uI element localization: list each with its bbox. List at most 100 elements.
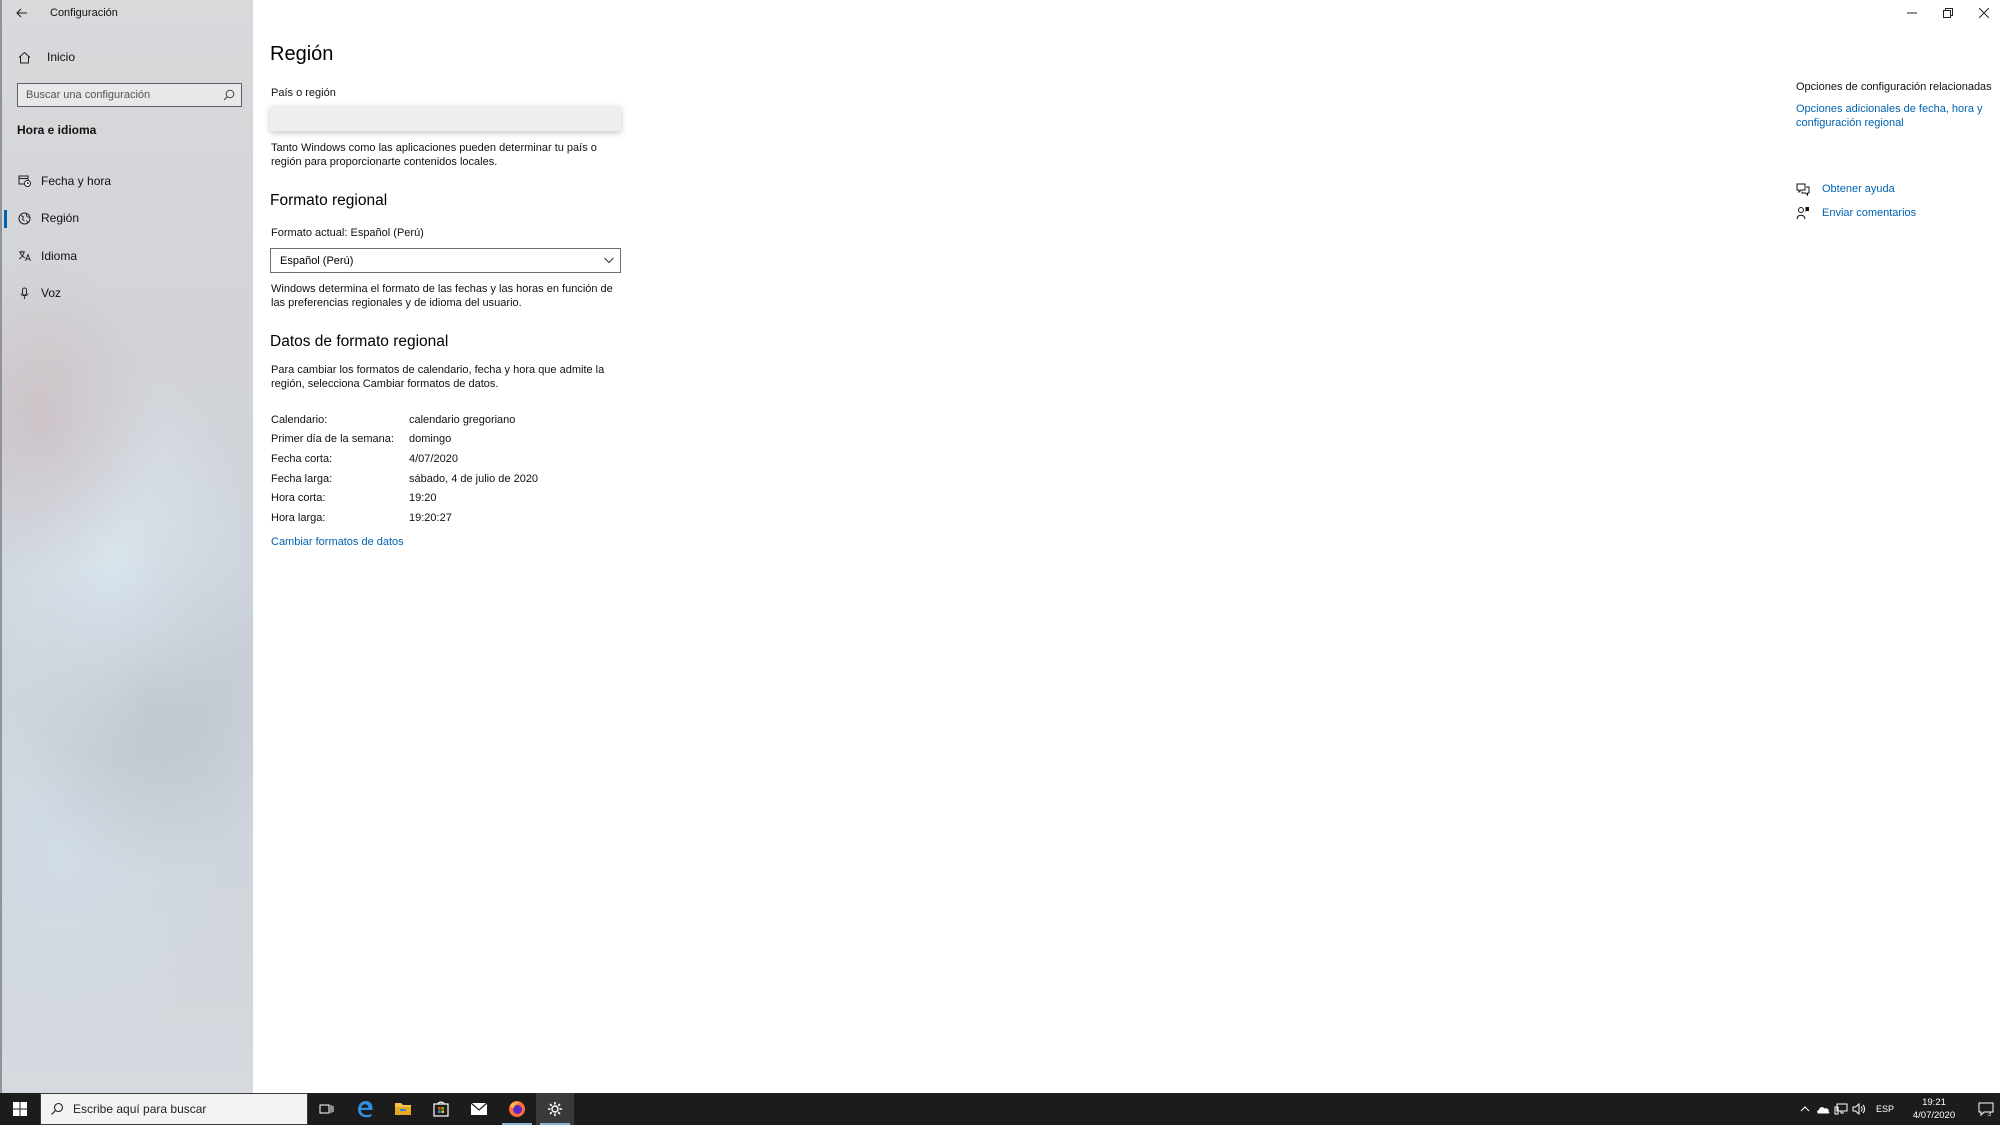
send-feedback-label: Enviar comentarios [1822,207,1917,219]
get-help-link[interactable]: Obtener ayuda [1796,182,1895,196]
sidebar-item-label: Región [41,211,80,226]
notification-icon: 3 [1978,1102,1994,1117]
regional-format-heading: Formato regional [270,192,388,209]
show-hidden-icons-button[interactable] [1796,1093,1814,1125]
store-icon [433,1101,449,1117]
taskbar-search-box[interactable]: Escribe aquí para buscar [40,1093,308,1125]
country-description: Tanto Windows como las aplicaciones pued… [271,142,597,168]
notification-count: 3 [1988,1111,1992,1117]
data-format-heading: Datos de formato regional [270,333,449,350]
data-format-description: Para cambiar los formatos de calendario,… [271,364,605,390]
data-row-short-time: Hora corta: 19:20 [271,488,538,508]
restore-icon [1943,8,1953,18]
windows-logo-icon [13,1102,27,1116]
search-icon [51,1102,64,1115]
edge-button[interactable] [346,1093,384,1125]
format-description: Windows determina el formato de las fech… [271,283,613,309]
data-key: Hora corta: [271,492,326,505]
regional-format-dropdown[interactable]: Español (Perú) [270,248,621,273]
onedrive-button[interactable] [1814,1093,1832,1125]
close-button[interactable] [1966,0,2000,26]
restore-button[interactable] [1930,0,1966,26]
taskbar: Escribe aquí para buscar ESP 19:21 4/07/… [0,1093,2000,1125]
send-feedback-link[interactable]: Enviar comentarios [1796,206,1916,220]
calendar-clock-icon [17,174,31,188]
store-button[interactable] [422,1093,460,1125]
mail-icon [470,1102,488,1115]
data-value: 4/07/2020 [409,452,458,465]
firefox-button[interactable] [498,1093,536,1125]
edge-icon [358,1101,373,1118]
sidebar-item-home[interactable]: Inicio [2,44,255,70]
sidebar-item-region[interactable]: Región [2,200,255,238]
app-title: Configuración [50,7,118,19]
mail-button[interactable] [460,1093,498,1125]
file-explorer-button[interactable] [384,1093,422,1125]
language-icon [17,249,31,263]
regional-data-table: Calendario: calendario gregoriano Primer… [271,410,538,528]
search-icon[interactable] [223,89,235,101]
sidebar-item-label: Voz [41,286,62,301]
data-row-long-date: Fecha larga: sábado, 4 de julio de 2020 [271,469,538,489]
chevron-down-icon [604,257,614,264]
firefox-icon [509,1101,525,1117]
network-button[interactable] [1832,1093,1850,1125]
related-settings-title: Opciones de configuración relacionadas [1796,81,1992,93]
get-help-label: Obtener ayuda [1822,183,1895,195]
current-format-label: Formato actual: Español (Perú) [271,227,424,239]
data-value: 19:20:27 [409,511,452,524]
change-data-formats-link[interactable]: Cambiar formatos de datos [271,535,404,549]
back-button[interactable] [2,0,42,26]
settings-button[interactable] [536,1093,574,1125]
volume-button[interactable] [1850,1093,1868,1125]
data-value: calendario gregoriano [409,413,516,426]
minimize-button[interactable] [1894,0,1930,26]
start-button[interactable] [0,1093,40,1125]
format-value: Español (Perú) [280,254,354,267]
country-dropdown[interactable] [270,106,621,131]
task-view-icon [319,1104,334,1114]
volume-icon [1852,1103,1865,1115]
sidebar-item-speech[interactable]: Voz [2,275,255,313]
sidebar-item-label: Idioma [41,248,78,263]
microphone-icon [17,286,31,300]
page-title: Región [270,43,334,65]
back-arrow-icon [16,8,27,18]
additional-settings-link[interactable]: Opciones adicionales de fecha, hora y co… [1796,102,1996,130]
data-key: Fecha larga: [271,472,333,485]
cloud-icon [1817,1106,1830,1113]
clock-time: 19:21 [1922,1097,1946,1108]
help-chat-icon [1796,182,1810,196]
data-value: sábado, 4 de julio de 2020 [409,472,539,485]
network-icon [1834,1103,1848,1115]
sidebar-item-label: Fecha y hora [41,173,112,188]
data-key: Fecha corta: [271,452,333,465]
data-value: domingo [409,433,452,446]
data-row-short-date: Fecha corta: 4/07/2020 [271,449,538,469]
main-content: Región País o región Tanto Windows como … [270,0,1690,1093]
task-view-button[interactable] [308,1093,346,1125]
sidebar-item-date-time[interactable]: Fecha y hora [2,162,255,200]
settings-search-box[interactable] [17,83,242,107]
sidebar: Configuración Inicio Hora e idioma Fecha… [0,0,253,1093]
globe-icon [17,211,31,225]
minimize-icon [1907,12,1917,14]
taskbar-clock[interactable]: 19:21 4/07/2020 [1904,1096,1964,1122]
data-row-calendar: Calendario: calendario gregoriano [271,410,538,430]
close-icon [1979,8,1989,18]
data-row-long-time: Hora larga: 19:20:27 [271,508,538,528]
input-language-indicator[interactable]: ESP [1876,1104,1894,1114]
home-icon [17,50,31,64]
title-bar: Configuración [2,0,255,26]
settings-search-input[interactable] [26,89,216,101]
sidebar-nav: Fecha y hora Región Idioma Voz [2,162,255,312]
data-key: Hora larga: [271,511,326,524]
related-settings: Opciones de configuración relacionadas O… [1796,80,1996,130]
sidebar-item-language[interactable]: Idioma [2,237,255,275]
home-label: Inicio [47,50,76,64]
action-center-button[interactable]: 3 [1972,1093,2000,1125]
data-value: 19:20 [409,492,437,505]
system-tray: ESP 19:21 4/07/2020 3 [1796,1093,2000,1125]
file-explorer-icon [395,1103,411,1115]
country-label: País o región [271,87,336,99]
